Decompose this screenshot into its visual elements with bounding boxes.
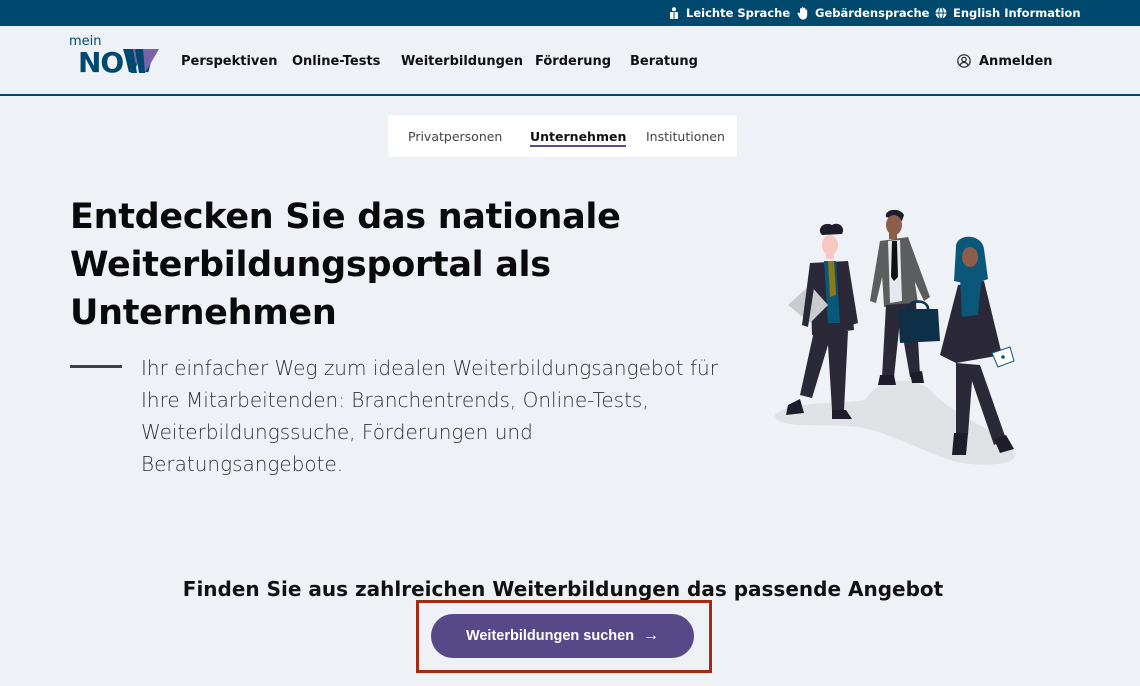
tab-privatpersonen[interactable]: Privatpersonen (408, 115, 502, 157)
login-button[interactable]: Anmelden (957, 26, 1053, 96)
nav-weiterbildungen[interactable]: Weiterbildungen (401, 26, 523, 96)
main-header: mein NOW Perspektiven Online-Tests Weite… (0, 26, 1140, 96)
arrow-right-icon: → (643, 627, 660, 644)
login-label: Anmelden (979, 53, 1053, 69)
nav-foerderung[interactable]: Förderung (535, 26, 611, 96)
hand-icon (797, 6, 808, 20)
hero-title: Entdecken Sie das nationale Weiterbildun… (70, 197, 621, 333)
easy-language-link[interactable]: Leichte Sprache (668, 0, 790, 26)
english-information-link[interactable]: English Information (935, 0, 1081, 26)
person-left (786, 223, 858, 419)
sign-language-label: Gebärdensprache (815, 6, 930, 20)
mein-now-logo[interactable]: mein NOW (68, 34, 163, 79)
tab-institutionen[interactable]: Institutionen (646, 115, 725, 157)
cta-title: Finden Sie aus zahlreichen Weiterbildung… (182, 577, 944, 601)
easy-language-label: Leichte Sprache (686, 6, 791, 20)
logo-triangle-icon (123, 49, 159, 73)
user-circle-icon (957, 54, 971, 68)
globe-icon (935, 7, 947, 19)
audience-tabs: Privatpersonen Unternehmen Institutionen (388, 115, 737, 157)
search-trainings-label: Weiterbildungen suchen (465, 628, 635, 644)
sign-language-link[interactable]: Gebärdensprache (797, 0, 929, 26)
person-middle (870, 209, 940, 385)
utility-bar: Leichte Sprache Gebärdensprache English … (0, 0, 1140, 26)
business-people-illustration (775, 209, 1015, 465)
search-trainings-button[interactable]: Weiterbildungen suchen → (431, 614, 694, 658)
nav-perspektiven[interactable]: Perspektiven (181, 26, 277, 96)
tab-unternehmen[interactable]: Unternehmen (530, 115, 627, 157)
easy-language-icon (670, 7, 678, 19)
nav-beratung[interactable]: Beratung (630, 26, 698, 96)
decorative-dash (70, 365, 122, 368)
english-information-label: English Information (953, 6, 1081, 20)
nav-online-tests[interactable]: Online-Tests (292, 26, 380, 96)
hero-intro: Ihr einfacher Weg zum idealen Weiterbild… (141, 356, 718, 476)
